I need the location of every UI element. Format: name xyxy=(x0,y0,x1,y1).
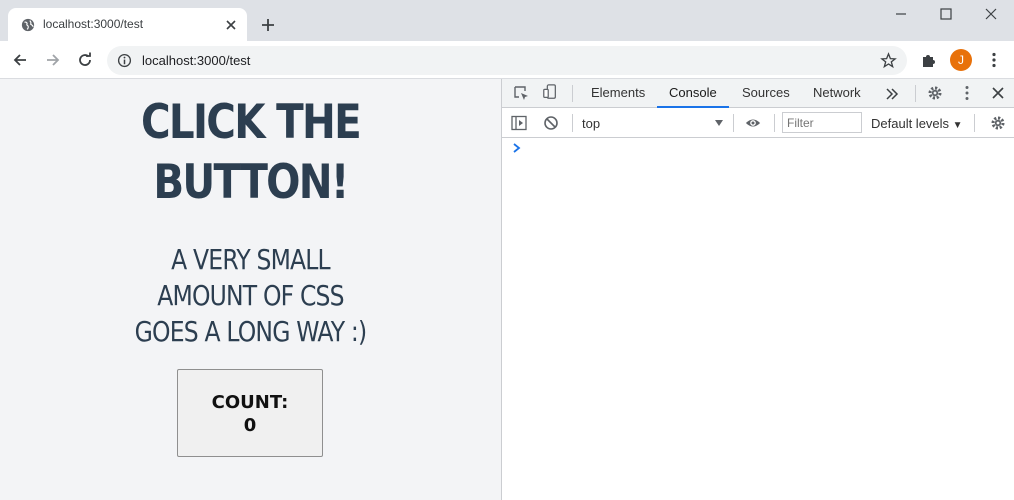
console-toolbar: top Default levels ▼ xyxy=(502,108,1014,138)
toolbar-divider xyxy=(733,114,734,132)
address-bar[interactable]: localhost:3000/test xyxy=(107,46,907,75)
tab-title: localhost:3000/test xyxy=(43,17,144,31)
console-settings-gear-icon[interactable] xyxy=(990,115,1006,131)
count-button-content: COUNT: 0 xyxy=(178,391,322,437)
subheading-line: AMOUNT OF CSS xyxy=(157,279,344,312)
dropdown-caret-icon: ▼ xyxy=(952,120,963,131)
forward-arrow-icon[interactable] xyxy=(44,51,62,69)
settings-gear-icon[interactable] xyxy=(927,85,943,101)
count-button[interactable]: COUNT: 0 xyxy=(177,369,323,457)
clear-console-icon[interactable] xyxy=(543,115,559,131)
eye-icon[interactable] xyxy=(745,115,761,131)
more-tabs-chevron-icon[interactable] xyxy=(884,86,900,102)
menu-kebab-icon[interactable] xyxy=(985,51,1003,69)
device-toolbar-icon[interactable] xyxy=(542,84,558,100)
devtools-tab-bar: Elements Console Sources Network xyxy=(502,79,1014,108)
console-prompt-chevron-icon[interactable] xyxy=(512,142,522,154)
bookmark-star-icon[interactable] xyxy=(880,52,897,69)
tab-network[interactable]: Network xyxy=(813,85,861,100)
headline-line: CLICK THE xyxy=(140,95,362,150)
close-devtools-icon[interactable] xyxy=(990,85,1006,101)
window-close-icon[interactable] xyxy=(983,6,999,22)
toolbar-divider xyxy=(974,114,975,132)
toolbar-divider xyxy=(572,114,573,132)
globe-icon xyxy=(21,18,35,32)
reload-icon[interactable] xyxy=(76,51,94,69)
browser-toolbar: localhost:3000/test J xyxy=(0,41,1014,79)
extensions-puzzle-icon[interactable] xyxy=(920,51,938,69)
count-label: COUNT: xyxy=(211,392,289,413)
url-text[interactable]: localhost:3000/test xyxy=(142,53,250,68)
toolbar-divider xyxy=(915,85,916,102)
show-sidebar-icon[interactable] xyxy=(511,115,527,131)
profile-avatar[interactable]: J xyxy=(950,49,972,71)
info-icon[interactable] xyxy=(117,53,132,68)
new-tab-icon[interactable] xyxy=(260,17,276,33)
browser-tab[interactable]: localhost:3000/test xyxy=(8,8,247,42)
headline-line: BUTTON! xyxy=(153,155,349,210)
tab-elements[interactable]: Elements xyxy=(591,85,645,100)
subheading-line: A VERY SMALL xyxy=(171,243,330,276)
log-levels-label: Default levels xyxy=(871,116,950,131)
devtools-panel: Elements Console Sources Network top Fil… xyxy=(501,79,1014,500)
minimize-icon[interactable] xyxy=(893,6,909,22)
tab-sources[interactable]: Sources xyxy=(742,85,790,100)
console-filter-input[interactable] xyxy=(782,112,862,133)
subheading-line: GOES A LONG WAY :) xyxy=(134,315,368,348)
tab-console[interactable]: Console xyxy=(669,85,717,100)
page-headline: CLICK THE BUTTON! xyxy=(35,93,466,213)
back-arrow-icon[interactable] xyxy=(11,51,29,69)
chevron-down-icon[interactable] xyxy=(714,119,724,127)
devtools-menu-kebab-icon[interactable] xyxy=(959,85,975,101)
toolbar-divider xyxy=(774,114,775,132)
maximize-icon[interactable] xyxy=(938,6,954,22)
page-subheading: A VERY SMALL AMOUNT OF CSS GOES A LONG W… xyxy=(40,242,461,350)
page-viewport: CLICK THE BUTTON! A VERY SMALL AMOUNT OF… xyxy=(0,79,501,500)
close-icon[interactable] xyxy=(224,18,238,32)
tab-strip: localhost:3000/test xyxy=(0,0,1014,42)
inspect-element-icon[interactable] xyxy=(513,85,529,101)
count-value: 0 xyxy=(243,415,257,436)
context-selector[interactable]: top xyxy=(582,116,600,131)
log-levels-dropdown[interactable]: Default levels ▼ xyxy=(871,116,963,131)
toolbar-divider xyxy=(572,85,573,102)
